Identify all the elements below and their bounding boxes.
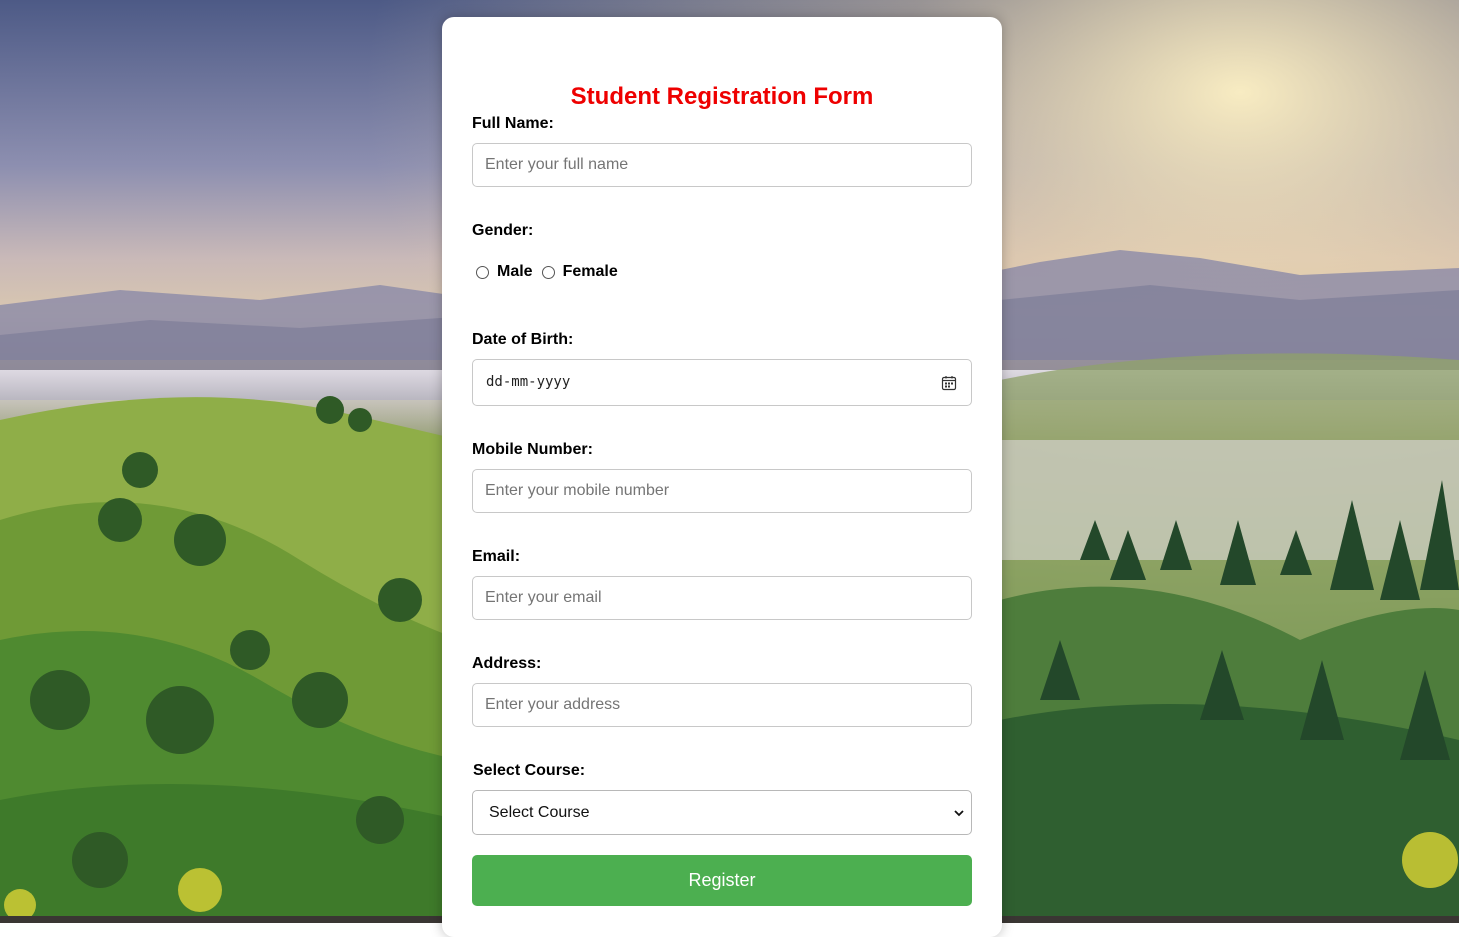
- course-label: Select Course:: [473, 762, 586, 779]
- address-input[interactable]: [472, 683, 972, 727]
- gender-radio-group: Male Female: [476, 263, 627, 281]
- address-label: Address:: [472, 655, 542, 672]
- email-input[interactable]: [472, 576, 972, 620]
- gender-label: Gender:: [472, 222, 534, 239]
- form-title: Student Registration Form: [570, 83, 874, 110]
- gender-male-label: Male: [497, 263, 533, 280]
- email-label: Email:: [472, 548, 521, 565]
- dob-input[interactable]: dd-mm-yyyy: [472, 359, 972, 406]
- course-select[interactable]: Select Course: [472, 790, 972, 835]
- mobile-input[interactable]: [472, 469, 972, 513]
- mobile-label: Mobile Number:: [472, 441, 593, 458]
- dob-placeholder: dd-mm-yyyy: [486, 374, 571, 390]
- gender-female-radio[interactable]: [541, 265, 555, 279]
- course-select-value: Select Course: [489, 804, 590, 821]
- registration-card: Student Registration Form Full Name: Gen…: [442, 17, 1002, 937]
- gender-female-label: Female: [562, 263, 618, 280]
- full-name-label: Full Name:: [472, 115, 554, 132]
- full-name-input[interactable]: [472, 143, 972, 187]
- dob-label: Date of Birth:: [472, 331, 574, 348]
- gender-male-radio[interactable]: [476, 265, 489, 279]
- calendar-icon[interactable]: [941, 375, 957, 391]
- chevron-down-icon: [954, 810, 964, 817]
- register-button[interactable]: Register: [472, 855, 972, 906]
